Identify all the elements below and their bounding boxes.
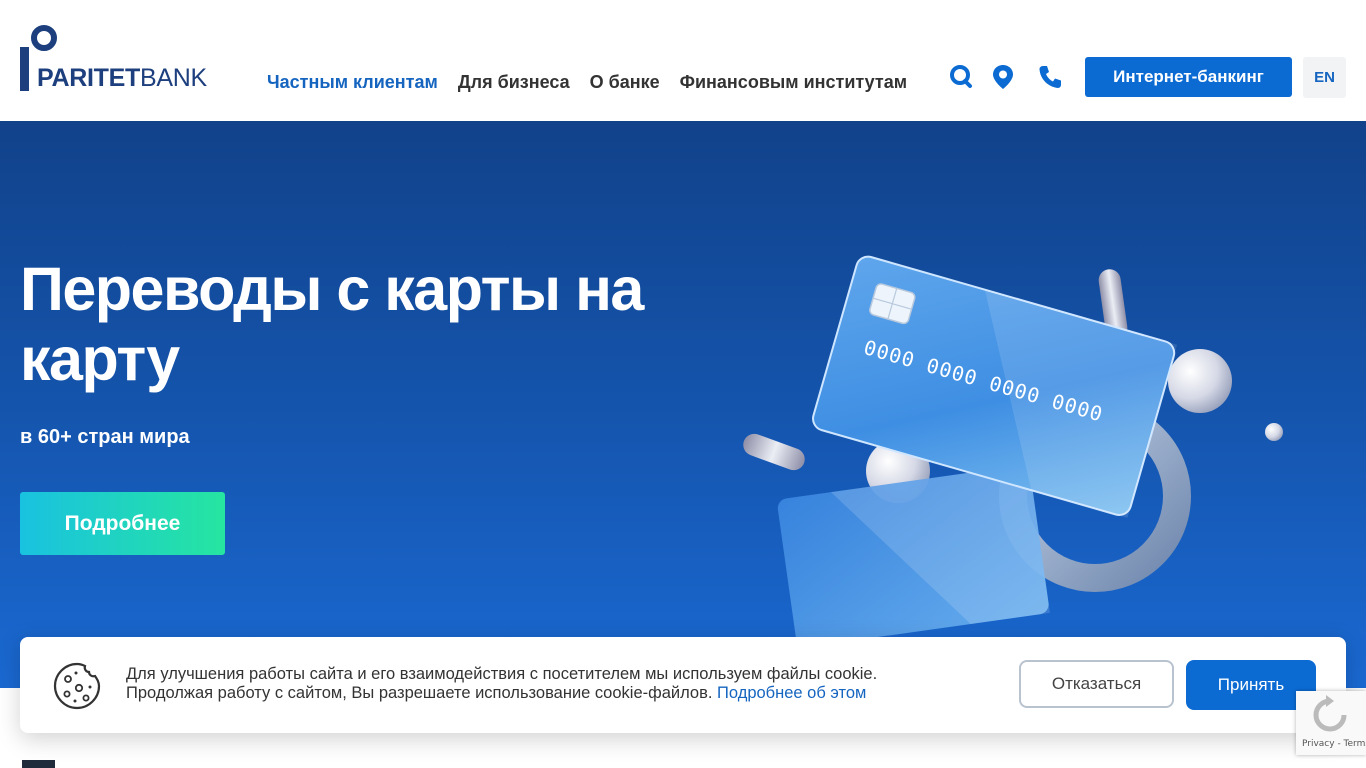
internet-banking-button[interactable]: Интернет-банкинг (1085, 57, 1292, 97)
cookie-banner: Для улучшения работы сайта и его взаимод… (20, 637, 1346, 733)
paritetbank-logo[interactable]: PARITETBANK (20, 25, 220, 91)
next-section-marker (22, 760, 55, 768)
cookie-text-line2: Продолжая работу с сайтом, Вы разрешаете… (126, 684, 713, 702)
recaptcha-badge[interactable]: Privacy - Terms (1296, 691, 1366, 755)
decor-pill (743, 433, 805, 471)
decor-ball (1168, 349, 1232, 413)
nav-item-business[interactable]: Для бизнеса (458, 71, 570, 93)
hero-banner: Переводы с карты на карту в 60+ стран ми… (0, 121, 1366, 688)
cards-illustration: 0000 0000 0000 0000 (730, 231, 1310, 688)
cookie-more-link[interactable]: Подробнее об этом (717, 684, 866, 702)
search-icon[interactable] (949, 64, 973, 90)
main-nav: Частным клиентам Для бизнеса О банке Фин… (267, 71, 907, 93)
logo-text-bold: PARITET (37, 64, 140, 92)
cookie-message: Для улучшения работы сайта и его взаимод… (126, 665, 946, 703)
nav-item-financial-institutions[interactable]: Финансовым институтам (680, 71, 907, 93)
cookie-icon (52, 661, 102, 711)
nav-item-about-bank[interactable]: О банке (590, 71, 660, 93)
cookie-text-line1: Для улучшения работы сайта и его взаимод… (126, 665, 878, 683)
hero-title: Переводы с карты на карту (20, 255, 644, 393)
nav-item-private-clients[interactable]: Частным клиентам (267, 71, 438, 93)
language-switch-button[interactable]: EN (1303, 57, 1346, 98)
logo-text-regular: BANK (140, 64, 207, 92)
card-back (777, 464, 1050, 648)
phone-icon[interactable] (1038, 64, 1062, 90)
location-pin-icon[interactable] (991, 64, 1015, 90)
hero-subtitle: в 60+ стран мира (20, 426, 190, 448)
cookie-decline-button[interactable]: Отказаться (1019, 660, 1174, 708)
recaptcha-terms[interactable]: Privacy - Terms (1302, 739, 1366, 749)
site-header: PARITETBANK Частным клиентам Для бизнеса… (0, 0, 1366, 121)
logo-text: PARITETBANK (37, 65, 207, 91)
decor-ball (1265, 423, 1283, 441)
hero-more-button[interactable]: Подробнее (20, 492, 225, 555)
recaptcha-icon (1313, 695, 1347, 732)
